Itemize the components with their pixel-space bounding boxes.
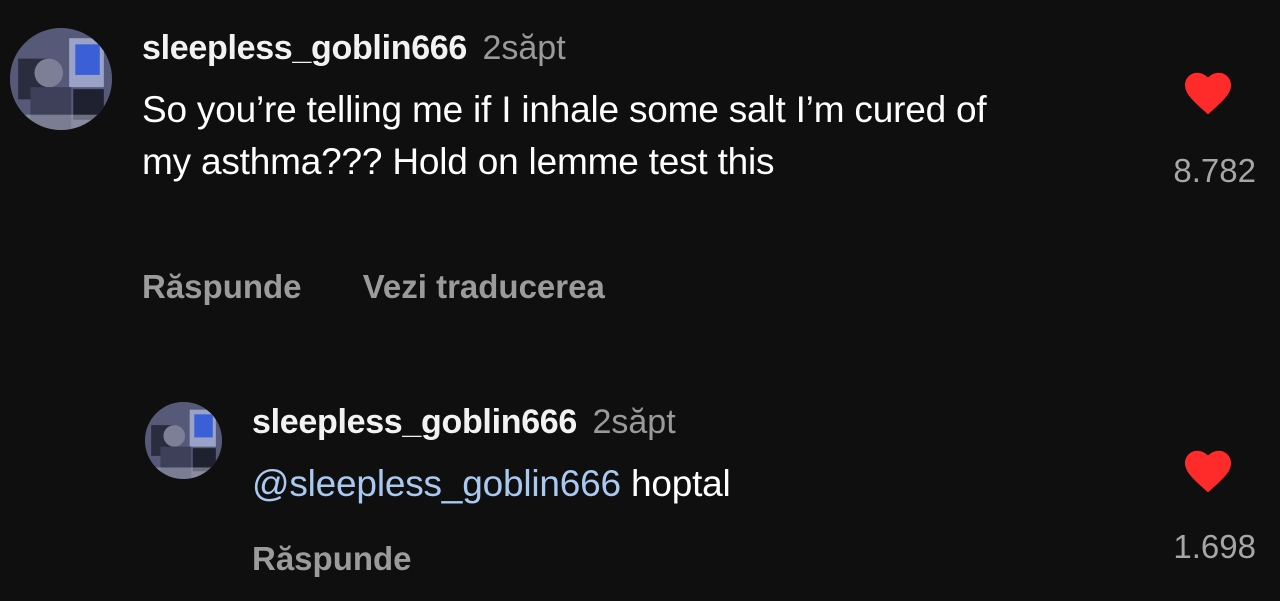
username[interactable]: sleepless_goblin666 bbox=[252, 403, 577, 441]
like-count: 8.782 bbox=[1173, 152, 1256, 189]
user-mention-link[interactable]: @sleepless_goblin666 bbox=[252, 463, 621, 504]
heart-icon[interactable] bbox=[1182, 70, 1234, 116]
username[interactable]: sleepless_goblin666 bbox=[142, 29, 467, 67]
like-control: 1.698 bbox=[1150, 448, 1256, 578]
see-translation-button[interactable]: Vezi traducerea bbox=[363, 268, 605, 305]
comment-actions: Răspunde Vezi traducerea bbox=[142, 268, 605, 306]
reply-body: hoptal bbox=[620, 463, 731, 504]
timestamp: 2săpt bbox=[482, 29, 566, 67]
reply-button[interactable]: Răspunde bbox=[142, 268, 302, 305]
timestamp: 2săpt bbox=[592, 403, 676, 441]
heart-icon[interactable] bbox=[1182, 448, 1234, 494]
comment-header: sleepless_goblin666 2săpt bbox=[142, 28, 566, 68]
comment-header: sleepless_goblin666 2săpt bbox=[252, 402, 676, 442]
comment-text: So you’re telling me if I inhale some sa… bbox=[142, 89, 987, 182]
avatar[interactable] bbox=[10, 28, 112, 130]
like-control: 8.782 bbox=[1150, 70, 1256, 190]
comment-actions: Răspunde bbox=[252, 540, 412, 578]
avatar[interactable] bbox=[145, 402, 222, 479]
reply-text: @sleepless_goblin666 hoptal bbox=[252, 458, 1012, 510]
avatar-image bbox=[145, 402, 222, 479]
comment: sleepless_goblin666 2săpt So you’re tell… bbox=[0, 0, 1280, 330]
reply-button[interactable]: Răspunde bbox=[252, 540, 412, 577]
avatar-image bbox=[10, 28, 112, 130]
reply-comment: sleepless_goblin666 2săpt @sleepless_gob… bbox=[0, 390, 1280, 601]
like-count: 1.698 bbox=[1173, 528, 1256, 565]
